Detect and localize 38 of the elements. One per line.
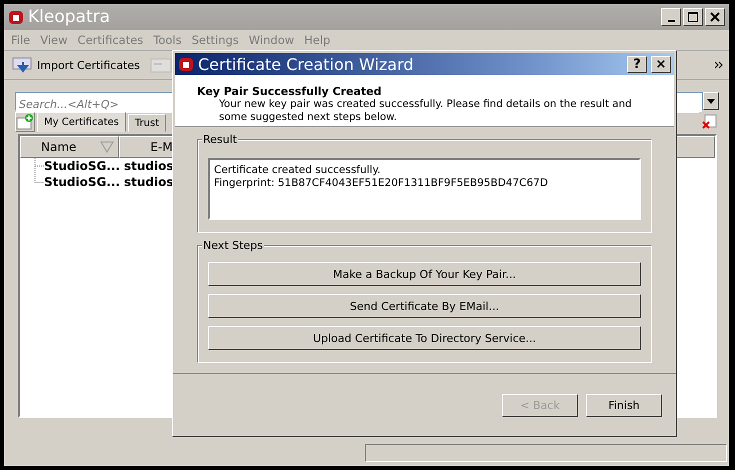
table-cell-text: StudioSG... bbox=[44, 175, 122, 189]
close-button[interactable] bbox=[705, 8, 725, 26]
close-icon bbox=[710, 12, 720, 22]
caret-icon bbox=[707, 98, 715, 104]
help-button[interactable]: ? bbox=[627, 56, 647, 72]
result-line: Certificate created successfully. bbox=[214, 164, 382, 177]
minimize-icon bbox=[668, 20, 674, 22]
close-tab-button[interactable] bbox=[699, 112, 719, 132]
wizard-button[interactable]: Finish bbox=[586, 394, 662, 416]
step-button[interactable]: Send Certificate By EMail... bbox=[208, 294, 641, 318]
app-icon bbox=[8, 9, 24, 25]
maximize-icon bbox=[688, 12, 698, 22]
tab[interactable]: Trust bbox=[128, 114, 166, 132]
wizard-heading: Key Pair Successfully Created bbox=[197, 85, 382, 98]
import-certificates-button[interactable]: Import Certificates bbox=[12, 56, 140, 74]
table-cell: studios bbox=[124, 159, 174, 173]
dropdown-button[interactable] bbox=[703, 92, 719, 110]
close-tab-icon bbox=[701, 114, 717, 130]
group-label: Result bbox=[202, 133, 238, 146]
group-label: Next Steps bbox=[202, 239, 264, 252]
sort-icon bbox=[100, 141, 114, 153]
maximize-button[interactable] bbox=[683, 8, 703, 26]
step-button[interactable]: Make a Backup Of Your Key Pair... bbox=[208, 262, 641, 286]
more-icon[interactable] bbox=[715, 61, 723, 69]
minimize-button[interactable] bbox=[661, 8, 681, 26]
result-line: Fingerprint: 51B87CF4043EF51E20F1311BF9F5EB95BD47C67D bbox=[214, 177, 549, 190]
import-icon bbox=[12, 56, 34, 74]
table-cell: studios bbox=[124, 175, 174, 189]
new-tab-button[interactable] bbox=[15, 112, 35, 132]
wizard-subheading: Your new key pair was created successfully. Please find details on the result and some suggested next steps below. bbox=[218, 98, 633, 124]
close-button[interactable]: × bbox=[651, 56, 671, 72]
table-cell-text: StudioSG... bbox=[44, 159, 122, 173]
window-title: Kleopatra bbox=[28, 7, 112, 27]
column-header[interactable]: Name bbox=[20, 136, 120, 158]
app-icon bbox=[178, 56, 194, 72]
tab[interactable]: My Certificates bbox=[37, 112, 126, 132]
dialog-title: Certificate Creation Wizard bbox=[198, 54, 415, 74]
step-button[interactable]: Upload Certificate To Directory Service... bbox=[208, 326, 641, 350]
